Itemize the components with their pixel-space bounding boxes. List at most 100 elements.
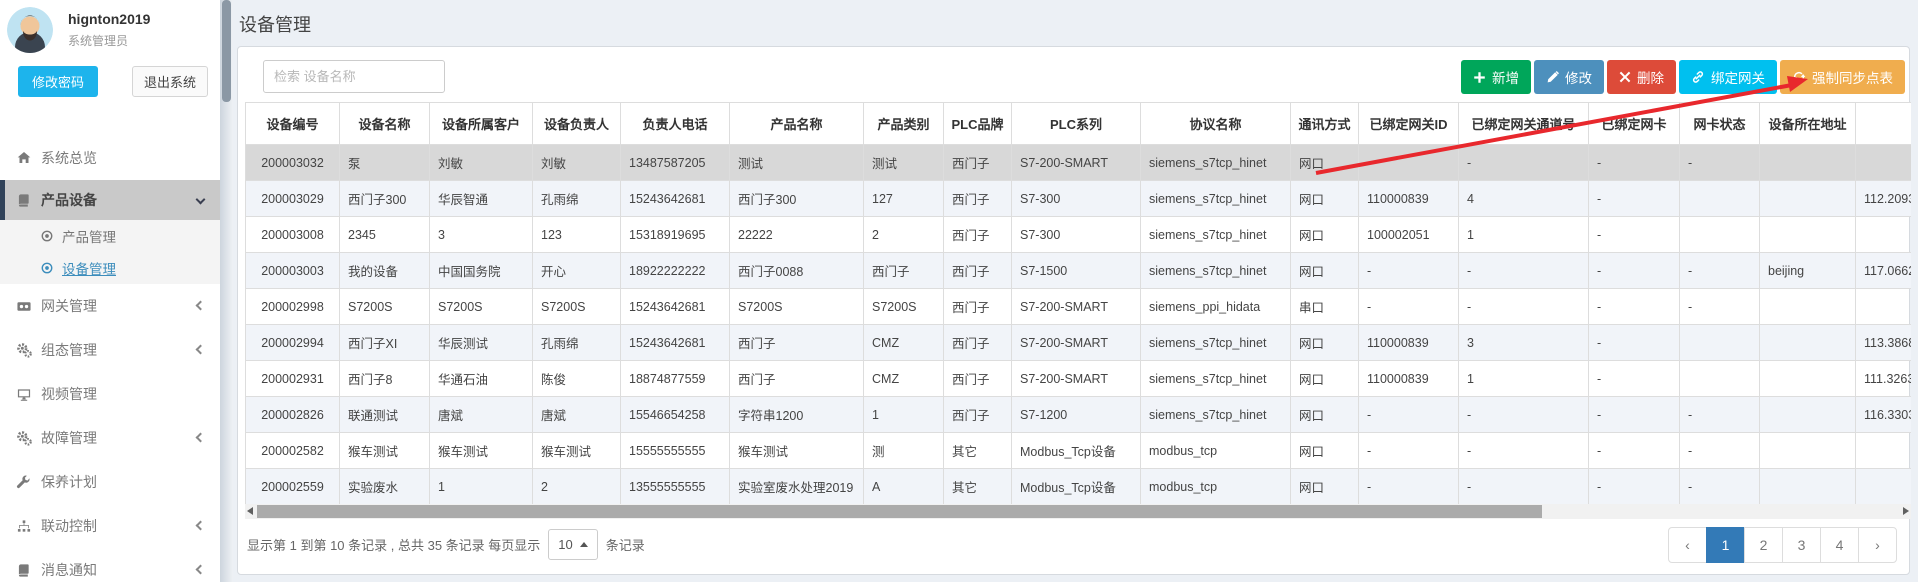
table-cell: 测试 [730, 145, 864, 181]
table-row[interactable]: 200002559实验废水1213555555555实验室废水处理2019A其它… [246, 469, 1912, 505]
table-cell: 2 [864, 217, 944, 253]
table-row[interactable]: 200002826联通测试唐斌唐斌15546654258字符串12001西门子S… [246, 397, 1912, 433]
table-row[interactable]: 200003003我的设备中国国务院开心18922222222西门子0088西门… [246, 253, 1912, 289]
force-sync-button[interactable]: 强制同步点表 [1780, 60, 1905, 94]
edit-button[interactable]: 修改 [1534, 60, 1604, 94]
sidebar-item-overview[interactable]: 系统总览 [0, 136, 220, 180]
table-row[interactable]: 200002582猴车测试猴车测试猴车测试15555555555猴车测试测其它M… [246, 433, 1912, 469]
sidebar-item-gateway[interactable]: 网关管理 [0, 284, 220, 328]
column-header: 设备所在地址 [1760, 103, 1856, 145]
logout-button[interactable]: 退出系统 [132, 66, 208, 97]
table-cell: siemens_s7tcp_hinet [1141, 145, 1291, 181]
table-cell: 18874877559 [621, 361, 730, 397]
table-cell [1680, 361, 1760, 397]
table-row[interactable]: 200002994西门子XI华辰测试孔雨绵15243642681西门子CMZ西门… [246, 325, 1912, 361]
scrollbar-thumb[interactable] [222, 0, 231, 102]
sidebar-item-linkage[interactable]: 联动控制 [0, 504, 220, 548]
sidebar-subitem-device-manage[interactable]: 设备管理 [0, 252, 220, 284]
sidebar-subitem-product-manage[interactable]: 产品管理 [0, 220, 220, 252]
table-cell: - [1359, 397, 1459, 433]
table-cell: - [1589, 253, 1680, 289]
table-cell: - [1589, 181, 1680, 217]
table-cell: 110000839 [1359, 361, 1459, 397]
table-cell: 西门子8 [340, 361, 430, 397]
table-cell: A [864, 469, 944, 505]
add-button[interactable]: 新增 [1461, 60, 1531, 94]
table-cell: 200002559 [246, 469, 340, 505]
table-cell: 实验室废水处理2019 [730, 469, 864, 505]
chevron-left-icon [196, 565, 206, 575]
table-cell: 猴车测试 [533, 433, 621, 469]
gateway-icon [15, 298, 32, 315]
column-header: PLC品牌 [944, 103, 1012, 145]
table-cell: - [1680, 253, 1760, 289]
table-cell: - [1589, 325, 1680, 361]
table-cell: 网口 [1291, 325, 1359, 361]
prev-page-button[interactable]: ‹ [1668, 527, 1707, 563]
table-row[interactable]: 200002931西门子8华通石油陈俊18874877559西门子CMZ西门子S… [246, 361, 1912, 397]
table-cell: - [1359, 433, 1459, 469]
table-cell: - [1589, 289, 1680, 325]
table-cell: 200002931 [246, 361, 340, 397]
scroll-left-arrow-icon[interactable] [247, 507, 253, 515]
table-cell [1760, 289, 1856, 325]
table-cell [1760, 325, 1856, 361]
page-button-1[interactable]: 1 [1706, 527, 1745, 563]
page-size-select[interactable]: 10 [548, 529, 597, 560]
sidebar-item-maintenance[interactable]: 保养计划 [0, 460, 220, 504]
table-cell: 西门子 [730, 361, 864, 397]
change-password-button[interactable]: 修改密码 [18, 66, 98, 97]
table-cell: 200002582 [246, 433, 340, 469]
sidebar-item-product-device[interactable]: 产品设备 [0, 180, 220, 220]
table-cell: 113.3868 [1856, 325, 1912, 361]
table-row[interactable]: 200003029西门子300华辰智通孔雨绵15243642681西门子3001… [246, 181, 1912, 217]
column-header: 设备编号 [246, 103, 340, 145]
table-cell: 网口 [1291, 433, 1359, 469]
sidebar-item-video[interactable]: 视频管理 [0, 372, 220, 416]
table-cell: 刘敏 [430, 145, 533, 181]
page-button-4[interactable]: 4 [1820, 527, 1859, 563]
device-table: 设备编号设备名称设备所属客户设备负责人负责人电话产品名称产品类别PLC品牌PLC… [245, 102, 1911, 504]
username: hignton2019 [68, 11, 150, 27]
page-button-3[interactable]: 3 [1782, 527, 1821, 563]
table-cell [1856, 433, 1912, 469]
table-row[interactable]: 200002998S7200SS7200SS7200S15243642681S7… [246, 289, 1912, 325]
table-cell: 测 [864, 433, 944, 469]
wrench-icon [15, 474, 32, 491]
scroll-right-arrow-icon[interactable] [1903, 507, 1909, 515]
column-header: PLC系列 [1012, 103, 1141, 145]
sidebar-item-fault[interactable]: 故障管理 [0, 416, 220, 460]
sidebar-item-configuration[interactable]: 组态管理 [0, 328, 220, 372]
table-row[interactable]: 2000030082345312315318919695222222西门子S7-… [246, 217, 1912, 253]
search-input[interactable] [263, 60, 445, 93]
bind-gateway-button[interactable]: 绑定网关 [1679, 60, 1777, 94]
table-cell: - [1589, 145, 1680, 181]
table-horizontal-scrollbar[interactable] [245, 504, 1911, 519]
table-cell: S7-200-SMART [1012, 289, 1141, 325]
table-cell: - [1589, 433, 1680, 469]
table-cell: 117.0662 [1856, 253, 1912, 289]
table-row[interactable]: 200003032泵刘敏刘敏13487587205测试测试西门子S7-200-S… [246, 145, 1912, 181]
delete-button[interactable]: 删除 [1607, 60, 1676, 94]
table-cell [1680, 181, 1760, 217]
home-icon [15, 150, 32, 167]
column-header: 已绑定网卡 [1589, 103, 1680, 145]
table-cell: S7-200-SMART [1012, 361, 1141, 397]
next-page-button[interactable]: › [1858, 527, 1897, 563]
sidebar-subitem-label: 产品管理 [62, 226, 116, 246]
table-cell [1856, 289, 1912, 325]
table-cell: S7-300 [1012, 217, 1141, 253]
table-cell: 西门子0088 [730, 253, 864, 289]
page-button-2[interactable]: 2 [1744, 527, 1783, 563]
sidebar-item-notification[interactable]: 消息通知 [0, 548, 220, 582]
table-cell: 网口 [1291, 217, 1359, 253]
horizontal-scrollbar-thumb[interactable] [257, 505, 1542, 518]
table-cell: modbus_tcp [1141, 433, 1291, 469]
table-cell: S7200S [430, 289, 533, 325]
circle-dot-icon [39, 261, 54, 276]
device-table-wrap: 设备编号设备名称设备所属客户设备负责人负责人电话产品名称产品类别PLC品牌PLC… [245, 102, 1911, 504]
table-cell: - [1589, 469, 1680, 505]
sidebar-scrollbar[interactable] [220, 0, 233, 582]
table-cell: 116.3303 [1856, 397, 1912, 433]
table-cell: 15318919695 [621, 217, 730, 253]
